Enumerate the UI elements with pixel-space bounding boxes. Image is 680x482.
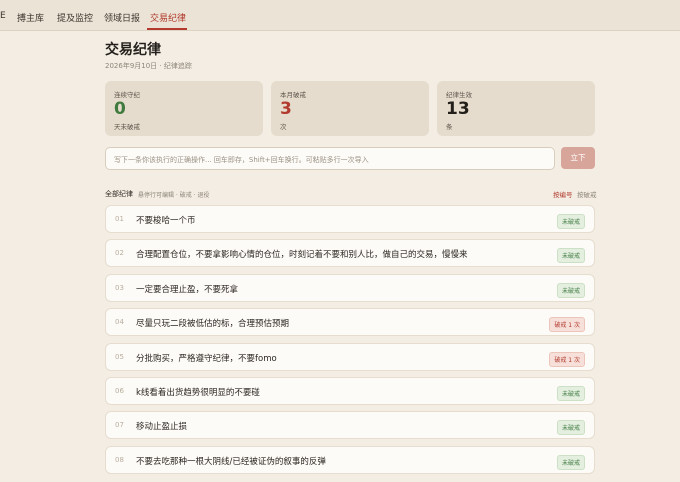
status-badge: 未破戒: [556, 248, 585, 263]
rule-number: 01: [115, 215, 124, 223]
rule-row[interactable]: 02 合理配置仓位，不要拿影响心情的仓位，时刻记着不要和别人比，做自己的交易，慢…: [105, 239, 595, 267]
status-badge: 未破戒: [556, 420, 585, 435]
rule-text: 合理配置仓位，不要拿影响心情的仓位，时刻记着不要和别人比，做自己的交易，慢慢来: [136, 250, 468, 260]
stat-card-streak: 连续守纪 0 天未破戒: [105, 81, 263, 136]
page-title: 交易纪律: [105, 42, 161, 58]
stat-label: 连续守纪: [114, 91, 140, 99]
rule-text: 不要梭哈一个币: [136, 216, 196, 226]
status-badge: 未破戒: [556, 214, 585, 229]
rule-number: 03: [115, 284, 124, 292]
tab-domain-daily[interactable]: 领域日报: [104, 11, 140, 24]
stat-card-monthly-breaks: 本月破戒 3 次: [271, 81, 429, 136]
stat-label: 纪律生效: [446, 91, 472, 99]
stat-unit: 次: [280, 123, 287, 131]
active-tab-indicator: [147, 28, 187, 30]
rule-number: 07: [115, 421, 124, 429]
status-badge: 破戒 1 次: [549, 352, 585, 367]
page-subtitle: 2026年9月10日 · 纪律追踪: [105, 62, 192, 70]
tab-overflow[interactable]: E: [0, 11, 6, 21]
rule-row[interactable]: 01 不要梭哈一个币 未破戒: [105, 205, 595, 233]
submit-rule-button[interactable]: 立下: [561, 147, 595, 169]
status-badge: 未破戒: [556, 455, 585, 470]
rule-row[interactable]: 03 一定要合理止盈，不要死拿 未破戒: [105, 274, 595, 302]
sort-by-number-link[interactable]: 按编号: [553, 189, 573, 199]
stat-label: 本月破戒: [280, 91, 306, 99]
stat-card-active-rules: 纪律生效 13 条: [437, 81, 595, 136]
rule-number: 08: [115, 456, 124, 464]
rule-number: 04: [115, 318, 124, 326]
new-rule-input[interactable]: 写下一条你该执行的正确操作... 回车即存，Shift+回车换行。可粘贴多行一次…: [105, 147, 555, 170]
rule-text: 一定要合理止盈，不要死拿: [136, 285, 239, 295]
rule-number: 05: [115, 353, 124, 361]
stat-unit: 条: [446, 123, 453, 131]
rule-text: 移动止盈止损: [136, 422, 188, 432]
rule-row[interactable]: 07 移动止盈止损 未破戒: [105, 411, 595, 439]
stat-value: 3: [280, 99, 292, 119]
rule-text: 不要去吃那种一根大阴线/已经被证伪的叙事的反弹: [136, 457, 326, 467]
rule-row[interactable]: 05 分批购买，严格遵守纪律，不要fomo 破戒 1 次: [105, 343, 595, 371]
rule-text: 分批购买，严格遵守纪律，不要fomo: [136, 354, 277, 364]
status-badge: 未破戒: [556, 283, 585, 298]
list-hint: 悬停行可编辑 · 破戒 · 退役: [138, 192, 210, 199]
stat-unit: 天未破戒: [114, 123, 140, 131]
top-nav-bar: E 搏主库 提及监控 领域日报 交易纪律: [0, 0, 680, 31]
rule-row[interactable]: 04 尽量只玩二段被低估的标，合理预估预期 破戒 1 次: [105, 308, 595, 336]
tab-blogger-library[interactable]: 搏主库: [17, 11, 44, 24]
rule-text: k线看着出货趋势很明显的不要碰: [136, 388, 260, 398]
rule-number: 02: [115, 249, 124, 257]
status-badge: 未破戒: [556, 386, 585, 401]
stat-value: 13: [446, 99, 470, 119]
rule-row[interactable]: 08 不要去吃那种一根大阴线/已经被证伪的叙事的反弹 未破戒: [105, 446, 595, 474]
rule-number: 06: [115, 387, 124, 395]
rule-row[interactable]: 06 k线看着出货趋势很明显的不要碰 未破戒: [105, 377, 595, 405]
rule-text: 尽量只玩二段被低估的标，合理预估预期: [136, 319, 290, 329]
stat-value: 0: [114, 99, 126, 119]
tab-trading-discipline[interactable]: 交易纪律: [150, 11, 186, 24]
status-badge: 破戒 1 次: [549, 317, 585, 332]
tab-mention-monitor[interactable]: 提及监控: [57, 11, 93, 24]
sort-by-breaks-link[interactable]: 按破戒: [577, 189, 597, 199]
list-heading: 全部纪律: [105, 190, 133, 198]
